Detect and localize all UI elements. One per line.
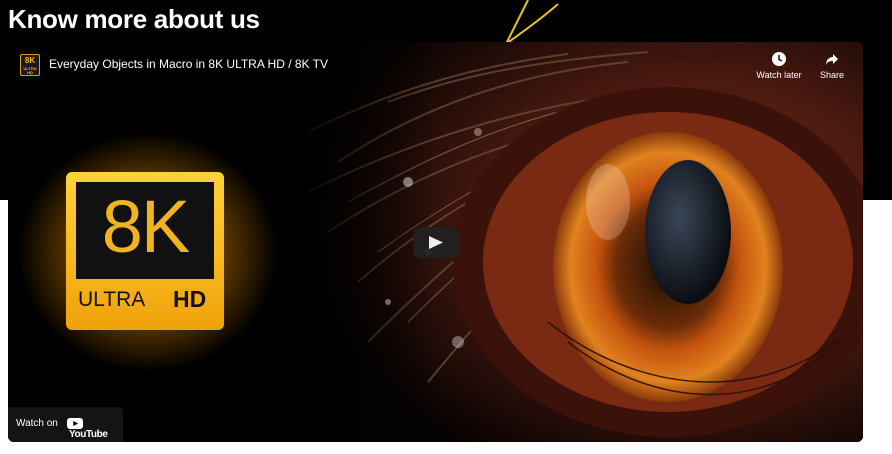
watch-later-button[interactable]: Watch later [749, 52, 809, 80]
share-arrow-icon [826, 54, 838, 65]
share-button[interactable]: Share [802, 52, 862, 80]
thumbnail-badge-hd: HD [173, 286, 207, 312]
page-heading: Know more about us [8, 4, 260, 34]
channel-avatar-icon[interactable]: 8K ULTRA HD [20, 54, 40, 76]
youtube-logo: YouTube [67, 418, 123, 440]
play-icon [429, 236, 443, 249]
share-label: Share [819, 70, 845, 80]
decorative-lines [505, 0, 559, 45]
watch-on-label: Watch on [16, 418, 58, 429]
play-button[interactable] [413, 227, 459, 258]
youtube-embed-player[interactable]: 8K ULTRA HD 8K ULTRA HD Everyday Objects… [8, 42, 863, 442]
channel-avatar-sublabel: ULTRA HD [23, 66, 37, 75]
thumbnail-badge-text: 8K [101, 185, 191, 268]
watch-later-label: Watch later [756, 70, 802, 80]
thumbnail-badge-ultra: ULTRA [78, 288, 146, 311]
clock-icon [772, 52, 786, 66]
watch-on-youtube-button[interactable]: Watch on YouTube [8, 407, 123, 442]
video-title-link[interactable]: Everyday Objects in Macro in 8K ULTRA HD… [49, 57, 328, 71]
youtube-wordmark: YouTube [69, 429, 108, 441]
youtube-play-icon [67, 418, 83, 429]
